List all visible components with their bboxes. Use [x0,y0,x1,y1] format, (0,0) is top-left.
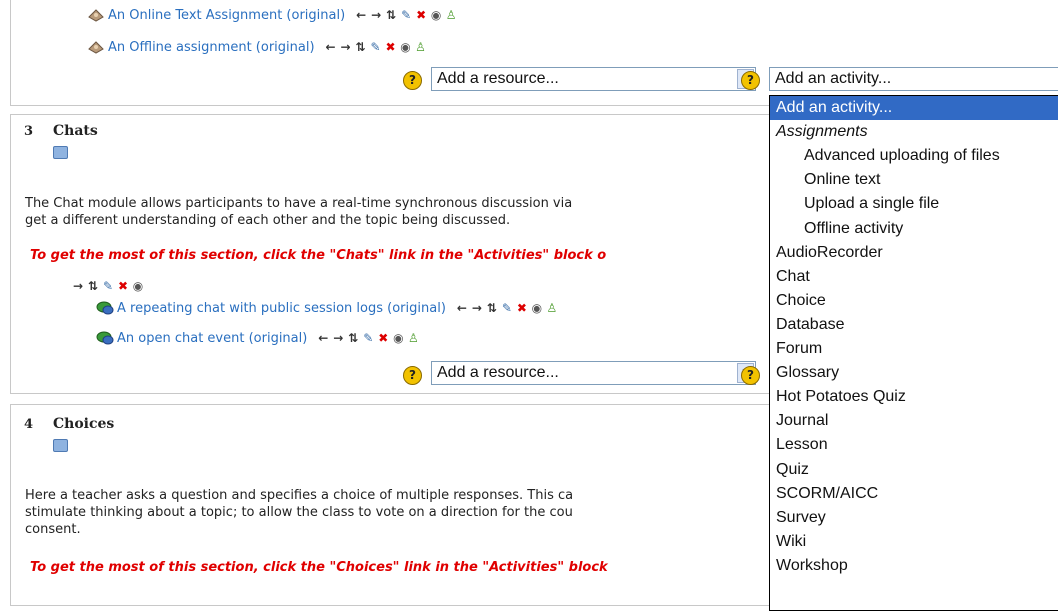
activity-dropdown-list[interactable]: Add an activity... Assignments Advanced up… [769,95,1058,611]
group-mode-icon[interactable]: ♙ [415,41,427,53]
move-right-icon[interactable]: → [332,332,344,344]
delete-icon[interactable]: ✖ [516,302,528,314]
hide-icon[interactable]: ◉ [531,302,543,314]
section-number: 3 [24,124,34,139]
dropdown-option[interactable]: Add an activity... [770,96,1058,120]
dropdown-option[interactable]: Offline activity [770,217,1058,241]
section-controls: → ⇅ ✎ ✖ ◉ [72,276,144,296]
help-icon[interactable]: ? [403,71,422,90]
dropdown-option[interactable]: AudioRecorder [770,241,1058,265]
dropdown-option[interactable]: Journal [770,409,1058,433]
activity-item: A repeating chat with public session log… [96,298,558,318]
group-mode-icon[interactable]: ♙ [546,302,558,314]
activity-item: An open chat event (original) ← → ⇅ ✎ ✖ … [96,328,419,348]
item-controls: ← → ⇅ ✎ ✖ ◉ ♙ [325,41,427,53]
section-number: 4 [24,417,34,432]
edit-icon[interactable]: ✎ [370,41,382,53]
section-description: consent. [25,522,81,537]
dropdown-option[interactable]: Wiki [770,530,1058,554]
dropdown-option[interactable]: Upload a single file [770,192,1058,216]
add-resource-select[interactable]: Add a resource... ▼ [431,361,756,385]
section-description: The Chat module allows participants to h… [25,196,573,211]
move-icon[interactable]: ⇅ [347,332,359,344]
dropdown-option[interactable]: Chat [770,265,1058,289]
chat-icon [96,300,114,316]
move-right-icon[interactable]: → [471,302,483,314]
group-mode-icon[interactable]: ♙ [445,9,457,21]
item-controls: ← → ⇅ ✎ ✖ ◉ ♙ [355,9,457,21]
edit-icon[interactable]: ✎ [362,332,374,344]
group-mode-icon[interactable]: ♙ [407,332,419,344]
section-tip: To get the most of this section, click t… [30,248,607,263]
item-controls: ← → ⇅ ✎ ✖ ◉ ♙ [317,332,419,344]
section-description: stimulate thinking about a topic; to all… [25,505,573,520]
move-icon[interactable]: ⇅ [355,41,367,53]
assignment-link[interactable]: An Offline assignment (original) [108,40,315,55]
add-resource-select[interactable]: Add a resource... ▼ [431,67,756,91]
dropdown-option[interactable]: SCORM/AICC [770,482,1058,506]
move-left-icon[interactable]: ← [317,332,329,344]
move-left-icon[interactable]: ← [355,9,367,21]
add-activity-value: Add an activity... [775,70,892,87]
dropdown-option[interactable]: Lesson [770,433,1058,457]
edit-icon[interactable]: ✎ [102,280,114,292]
section-title: Choices [53,416,115,432]
move-icon[interactable]: ⇅ [486,302,498,314]
add-resource-value: Add a resource... [437,70,559,87]
dropdown-option[interactable]: Quiz [770,458,1058,482]
dropdown-option[interactable]: Advanced uploading of files [770,144,1058,168]
hide-icon[interactable]: ◉ [392,332,404,344]
activity-item: An Offline assignment (original) ← → ⇅ ✎… [87,37,427,57]
dropdown-option[interactable]: Choice [770,289,1058,313]
dropdown-option[interactable]: Hot Potatoes Quiz [770,385,1058,409]
dropdown-option[interactable]: Glossary [770,361,1058,385]
hide-icon[interactable]: ◉ [132,280,144,292]
assignment-icon [87,39,105,55]
item-controls: ← → ⇅ ✎ ✖ ◉ ♙ [456,302,558,314]
move-right-icon[interactable]: → [72,280,84,292]
dropdown-option[interactable]: Forum [770,337,1058,361]
edit-summary-icon[interactable] [53,439,68,452]
section-title: Chats [53,123,98,139]
hide-icon[interactable]: ◉ [430,9,442,21]
dropdown-option[interactable]: Survey [770,506,1058,530]
chat-icon [96,330,114,346]
move-left-icon[interactable]: ← [325,41,337,53]
add-activity-select[interactable]: Add an activity... ▼ [769,67,1058,91]
edit-summary-icon[interactable] [53,146,68,159]
move-icon[interactable]: ⇅ [385,9,397,21]
hide-icon[interactable]: ◉ [400,41,412,53]
delete-icon[interactable]: ✖ [385,41,397,53]
chat-link[interactable]: An open chat event (original) [117,331,307,346]
delete-icon[interactable]: ✖ [415,9,427,21]
move-right-icon[interactable]: → [340,41,352,53]
assignment-icon [87,7,105,23]
dropdown-option[interactable]: Database [770,313,1058,337]
add-resource-value: Add a resource... [437,364,559,381]
activity-item: An Online Text Assignment (original) ← →… [87,5,457,25]
help-icon[interactable]: ? [741,366,760,385]
dropdown-option[interactable]: Workshop [770,554,1058,578]
edit-icon[interactable]: ✎ [501,302,513,314]
chat-link[interactable]: A repeating chat with public session log… [117,301,446,316]
delete-icon[interactable]: ✖ [117,280,129,292]
dropdown-option-group: Assignments [776,123,868,141]
assignment-link[interactable]: An Online Text Assignment (original) [108,8,345,23]
dropdown-option[interactable]: Online text [770,168,1058,192]
move-left-icon[interactable]: ← [456,302,468,314]
edit-icon[interactable]: ✎ [400,9,412,21]
section-description: get a different understanding of each ot… [25,213,511,228]
delete-icon[interactable]: ✖ [377,332,389,344]
move-right-icon[interactable]: → [370,9,382,21]
help-icon[interactable]: ? [403,366,422,385]
help-icon[interactable]: ? [741,71,760,90]
section-description: Here a teacher asks a question and speci… [25,488,574,503]
section-tip: To get the most of this section, click t… [30,560,608,575]
move-icon[interactable]: ⇅ [87,280,99,292]
